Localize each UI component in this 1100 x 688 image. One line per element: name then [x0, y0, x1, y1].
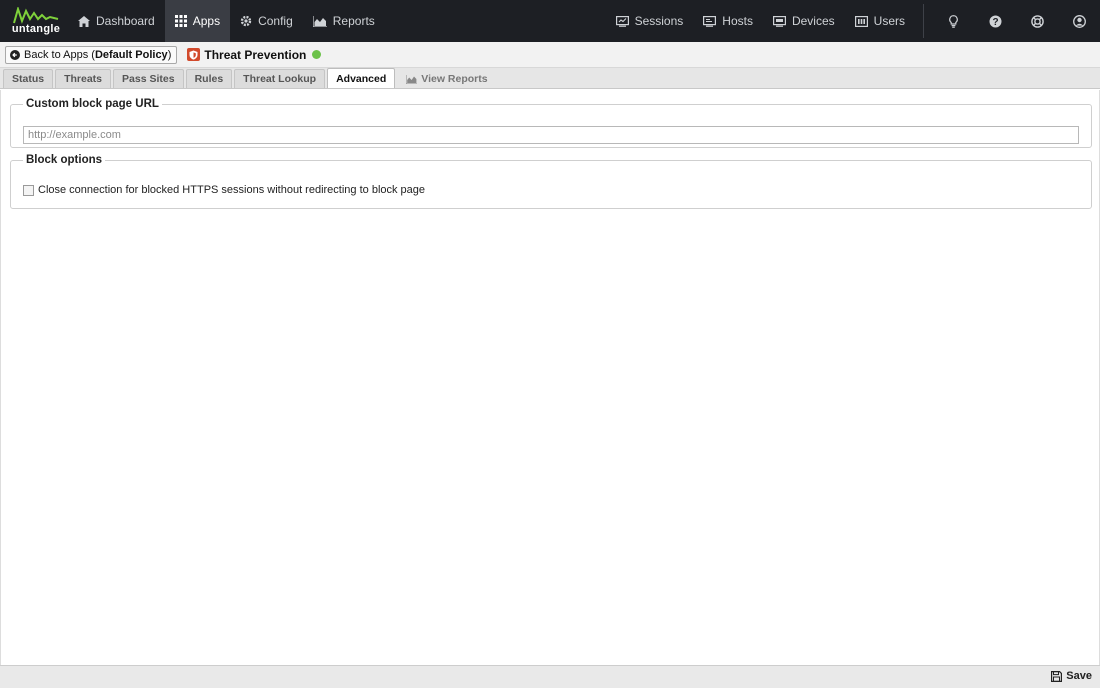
nav-config[interactable]: Config	[230, 0, 303, 42]
nav-sessions[interactable]: Sessions	[606, 0, 694, 42]
svg-text:?: ?	[992, 17, 998, 28]
users-icon	[854, 15, 868, 27]
tab-advanced[interactable]: Advanced	[327, 68, 396, 88]
tab-view-reports-label: View Reports	[421, 73, 488, 85]
nav-apps-label: Apps	[192, 14, 221, 28]
advanced-settings-panel: Custom block page URL Block options Clos…	[0, 90, 1100, 665]
app-name: Threat Prevention	[204, 47, 307, 62]
block-options-section: Block options Close connection for block…	[10, 154, 1092, 209]
back-suffix: )	[167, 48, 172, 61]
area-chart-icon	[312, 15, 327, 27]
tab-status[interactable]: Status	[3, 69, 54, 88]
custom-block-page-url-input[interactable]	[23, 126, 1079, 144]
lightbulb-icon	[948, 14, 958, 28]
app-title: Threat Prevention	[187, 47, 322, 62]
tab-threats[interactable]: Threats	[55, 69, 112, 88]
app-title-bar: Back to Apps (Default Policy) Threat Pre…	[0, 42, 1100, 68]
logo-text: untangle	[11, 23, 61, 35]
devices-icon	[772, 15, 786, 27]
tab-threat-lookup[interactable]: Threat Lookup	[234, 69, 326, 88]
nav-divider	[923, 4, 924, 38]
help-button[interactable]: ?	[974, 0, 1016, 42]
top-navigation-bar: untangle Dashboard Apps Config Reports S…	[0, 0, 1100, 42]
back-button-label: Back to Apps (Default Policy)	[24, 49, 171, 61]
threat-prevention-icon	[187, 48, 201, 61]
app-status-indicator	[312, 50, 322, 59]
tab-pass-sites[interactable]: Pass Sites	[113, 69, 184, 88]
nav-hosts-label: Hosts	[722, 14, 753, 28]
home-icon	[78, 15, 90, 27]
arrow-left-circle-icon	[10, 49, 20, 60]
close-https-label: Close connection for blocked HTTPS sessi…	[38, 184, 426, 196]
close-https-checkbox[interactable]	[23, 184, 34, 196]
nav-apps[interactable]: Apps	[164, 0, 231, 42]
account-icon	[1072, 14, 1086, 28]
nav-reports-label: Reports	[332, 14, 375, 28]
nav-devices[interactable]: Devices	[763, 0, 845, 42]
nav-config-label: Config	[258, 14, 293, 28]
nav-reports[interactable]: Reports	[303, 0, 385, 42]
grid-icon	[174, 15, 187, 27]
policy-name: Default Policy	[94, 48, 168, 61]
area-chart-icon	[406, 74, 418, 84]
tab-view-reports[interactable]: View Reports	[397, 69, 496, 88]
help-icon: ?	[989, 15, 1002, 28]
save-label: Save	[1066, 670, 1092, 682]
footer-bar: Save	[0, 665, 1100, 688]
nav-hosts[interactable]: Hosts	[693, 0, 763, 42]
nav-dashboard-label: Dashboard	[96, 14, 155, 28]
custom-block-page-legend: Custom block page URL	[26, 98, 159, 110]
secondary-nav: Sessions Hosts Devices Users ?	[606, 0, 1100, 42]
save-icon	[1051, 670, 1063, 682]
primary-nav: Dashboard Apps Config Reports	[68, 0, 385, 42]
back-prefix: Back to Apps (	[24, 48, 95, 61]
nav-devices-label: Devices	[791, 14, 835, 28]
untangle-logo[interactable]: untangle	[0, 0, 68, 42]
close-https-option[interactable]: Close connection for blocked HTTPS sessi…	[23, 184, 425, 196]
app-tabs: Status Threats Pass Sites Rules Threat L…	[0, 68, 1100, 89]
custom-block-page-section: Custom block page URL	[10, 98, 1092, 148]
tips-button[interactable]	[932, 0, 974, 42]
nav-dashboard[interactable]: Dashboard	[68, 0, 165, 42]
support-icon	[1030, 14, 1044, 28]
account-button[interactable]	[1058, 0, 1100, 42]
tab-rules[interactable]: Rules	[185, 69, 233, 88]
support-button[interactable]	[1016, 0, 1058, 42]
save-button[interactable]: Save	[1051, 670, 1092, 682]
gear-icon	[240, 15, 252, 27]
hosts-icon	[703, 15, 717, 27]
nav-users[interactable]: Users	[845, 0, 915, 42]
sessions-icon	[615, 15, 629, 27]
nav-users-label: Users	[873, 14, 905, 28]
back-to-apps-button[interactable]: Back to Apps (Default Policy)	[5, 45, 178, 64]
nav-sessions-label: Sessions	[634, 14, 684, 28]
block-options-legend: Block options	[26, 154, 103, 166]
